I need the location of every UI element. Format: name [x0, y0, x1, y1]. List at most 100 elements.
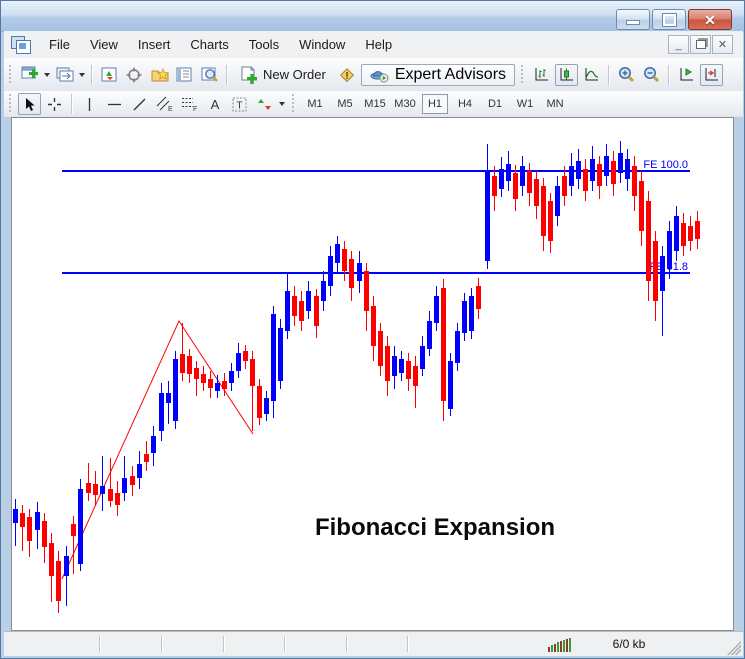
- crosshair-tool-button[interactable]: [43, 93, 66, 115]
- menu-window[interactable]: Window: [289, 32, 355, 57]
- new-chart-icon: [21, 66, 39, 83]
- data-window-button[interactable]: [123, 64, 146, 86]
- fibonacci-retracement-icon: F: [181, 96, 198, 112]
- arrows-tool-button[interactable]: [253, 93, 276, 115]
- timeframe-h1-button[interactable]: H1: [422, 94, 448, 114]
- title-bar[interactable]: ✕: [1, 1, 744, 32]
- chart-bars-icon: [533, 66, 551, 83]
- menu-file[interactable]: File: [39, 32, 80, 57]
- toolbar-separator: [608, 65, 610, 85]
- status-separator: [161, 636, 163, 652]
- trendline-tool-button[interactable]: [128, 93, 151, 115]
- minimize-icon: [626, 20, 640, 25]
- menu-insert[interactable]: Insert: [128, 32, 181, 57]
- candlestick-chart: FE 100.0FE 61.8: [12, 118, 733, 630]
- chart-shift-icon: [703, 66, 721, 83]
- minimize-button[interactable]: [616, 9, 650, 30]
- text-label-icon: T: [232, 97, 248, 112]
- market-watch-icon: [101, 67, 118, 83]
- svg-text:E: E: [168, 106, 173, 112]
- chart-candles-button[interactable]: [555, 64, 578, 86]
- chart-line-button[interactable]: [580, 64, 603, 86]
- expert-advisors-button[interactable]: Expert Advisors: [361, 64, 515, 86]
- chart-shift-button[interactable]: [700, 64, 723, 86]
- status-separator: [284, 636, 286, 652]
- status-bar: 6/0 kb: [4, 631, 743, 657]
- auto-scroll-button[interactable]: [675, 64, 698, 86]
- timeframe-d1-button[interactable]: D1: [482, 94, 508, 114]
- timeframe-m15-button[interactable]: M15: [362, 94, 388, 114]
- timeframe-m30-button[interactable]: M30: [392, 94, 418, 114]
- horizontal-line-tool-button[interactable]: [103, 93, 126, 115]
- text-label-tool-button[interactable]: T: [228, 93, 251, 115]
- equidistant-channel-tool-button[interactable]: E: [153, 93, 176, 115]
- navigator-icon: [151, 67, 169, 83]
- zoom-out-icon: [642, 66, 661, 84]
- metaeditor-icon: !: [337, 65, 357, 85]
- timeframe-mn-button[interactable]: MN: [542, 94, 568, 114]
- mdi-window-buttons: _ ✕: [668, 35, 733, 54]
- horizontal-line-icon: [107, 98, 122, 111]
- chart-window-icon[interactable]: [11, 36, 31, 53]
- toolbar-grip[interactable]: [8, 94, 13, 114]
- maximize-button[interactable]: [652, 9, 686, 30]
- zoom-out-button[interactable]: [640, 64, 663, 86]
- toolbar-separator: [226, 65, 228, 85]
- vertical-line-tool-button[interactable]: [78, 93, 101, 115]
- timeframe-h4-button[interactable]: H4: [452, 94, 478, 114]
- maximize-icon: [663, 14, 676, 26]
- trendline-icon: [132, 97, 147, 112]
- timeframe-m1-button[interactable]: M1: [302, 94, 328, 114]
- menu-view[interactable]: View: [80, 32, 128, 57]
- zoom-in-button[interactable]: [615, 64, 638, 86]
- chart-line-icon: [583, 66, 601, 83]
- metaeditor-button[interactable]: !: [335, 64, 359, 86]
- terminal-icon: [176, 67, 193, 83]
- resize-grip[interactable]: [727, 641, 741, 655]
- arrows-dropdown[interactable]: [279, 102, 285, 106]
- svg-text:!: !: [345, 71, 348, 82]
- connection-status-icon: [548, 637, 574, 652]
- close-button[interactable]: ✕: [688, 9, 732, 30]
- toolbar-separator: [71, 94, 73, 114]
- traffic-counter: 6/0 kb: [594, 637, 664, 651]
- chart-area[interactable]: FE 100.0FE 61.8 Fibonacci Expansion: [11, 117, 734, 631]
- standard-toolbar: New Order ! Expert Advisors: [4, 58, 743, 92]
- equidistant-channel-icon: E: [156, 96, 173, 112]
- new-order-label: New Order: [263, 67, 326, 82]
- profiles-button[interactable]: [53, 64, 76, 86]
- cursor-tool-button[interactable]: [18, 93, 41, 115]
- close-icon: ✕: [704, 13, 716, 27]
- text-tool-button[interactable]: A: [203, 93, 226, 115]
- text-icon: A: [208, 97, 222, 112]
- timeframe-w1-button[interactable]: W1: [512, 94, 538, 114]
- navigator-button[interactable]: [148, 64, 171, 86]
- fibonacci-retracement-tool-button[interactable]: F: [178, 93, 201, 115]
- new-order-button[interactable]: New Order: [233, 64, 333, 86]
- timeframe-m5-button[interactable]: M5: [332, 94, 358, 114]
- strategy-tester-icon: [201, 67, 219, 83]
- cursor-icon: [23, 97, 37, 112]
- profiles-dropdown[interactable]: [79, 73, 85, 77]
- new-chart-dropdown[interactable]: [44, 73, 50, 77]
- svg-text:T: T: [236, 100, 242, 111]
- strategy-tester-button[interactable]: [198, 64, 221, 86]
- menu-tools[interactable]: Tools: [239, 32, 289, 57]
- expert-advisors-label: Expert Advisors: [395, 66, 506, 84]
- menu-help[interactable]: Help: [355, 32, 402, 57]
- mdi-minimize-button[interactable]: _: [668, 35, 689, 54]
- menu-bar: File View Insert Charts Tools Window Hel…: [4, 31, 743, 59]
- line-studies-toolbar: E F A T M1 M5: [4, 91, 743, 118]
- toolbar-grip[interactable]: [8, 65, 13, 85]
- toolbar-grip[interactable]: [291, 94, 296, 114]
- market-watch-button[interactable]: [98, 64, 121, 86]
- menu-charts[interactable]: Charts: [180, 32, 238, 57]
- new-chart-button[interactable]: [18, 64, 41, 86]
- mdi-close-button[interactable]: ✕: [712, 35, 733, 54]
- toolbar-grip[interactable]: [520, 65, 525, 85]
- chart-bars-button[interactable]: [530, 64, 553, 86]
- mdi-restore-button[interactable]: [690, 35, 711, 54]
- terminal-button[interactable]: [173, 64, 196, 86]
- profiles-icon: [56, 67, 74, 83]
- status-separator: [407, 636, 409, 652]
